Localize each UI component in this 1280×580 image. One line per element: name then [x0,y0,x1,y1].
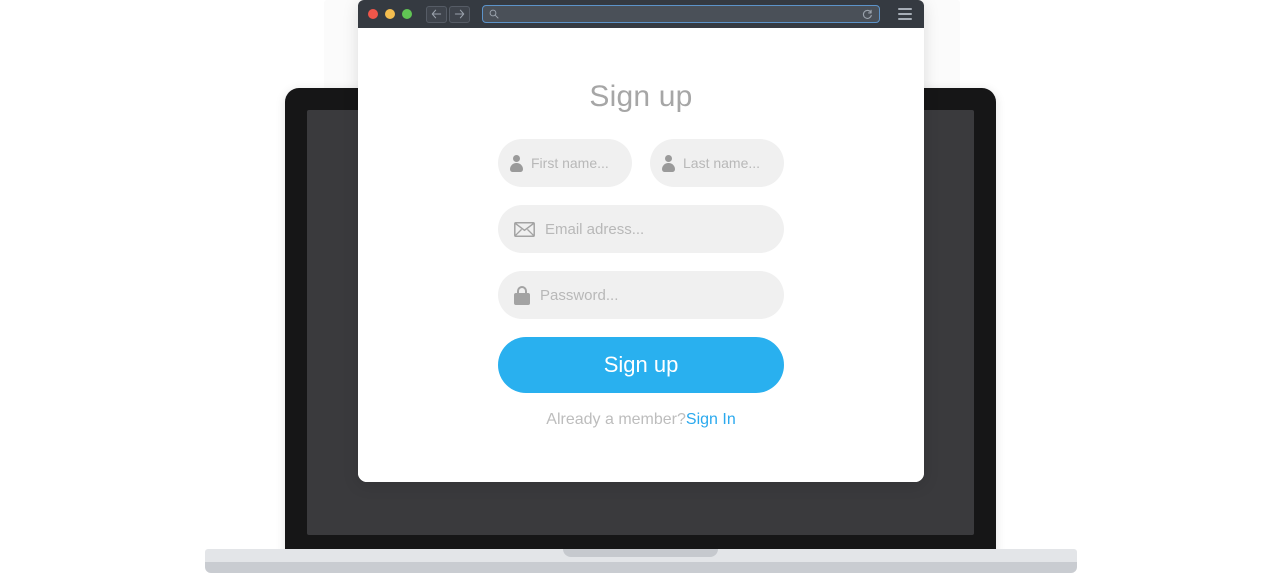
arrow-right-icon [454,9,465,19]
signin-prompt: Already a member? Sign In [498,411,784,429]
back-button[interactable] [426,5,447,23]
magnifier-icon [489,9,499,19]
arrow-left-icon [431,9,442,19]
signin-link[interactable]: Sign In [686,411,736,429]
address-bar[interactable] [482,5,880,23]
hamburger-menu-icon[interactable] [894,4,916,24]
page-title: Sign up [589,80,693,113]
last-name-placeholder[interactable]: Last name... [683,155,760,171]
hamburger-line [898,8,912,10]
maximize-window-button[interactable] [402,9,412,19]
traffic-lights [368,9,412,19]
close-window-button[interactable] [368,9,378,19]
signin-prompt-text: Already a member? [546,411,686,428]
signup-form: First name... Last name... Email adress.… [498,139,784,429]
laptop-base-notch [563,549,718,557]
name-fields-row: First name... Last name... [498,139,784,187]
email-placeholder[interactable]: Email adress... [545,221,644,238]
first-name-placeholder[interactable]: First name... [531,155,609,171]
person-icon [661,154,676,172]
last-name-field[interactable]: Last name... [650,139,784,187]
lock-icon [514,285,530,305]
password-placeholder[interactable]: Password... [540,287,618,304]
reload-icon[interactable] [862,9,873,20]
browser-chrome [358,0,924,28]
password-field[interactable]: Password... [498,271,784,319]
navigation-buttons [426,5,470,23]
screenshot-stage: Sign up First name... Last name... Email… [0,0,1280,580]
signup-page: Sign up First name... Last name... Email… [358,28,924,482]
email-field[interactable]: Email adress... [498,205,784,253]
envelope-icon [514,221,535,237]
forward-button[interactable] [449,5,470,23]
minimize-window-button[interactable] [385,9,395,19]
signup-submit-button[interactable]: Sign up [498,337,784,393]
hamburger-line [898,13,912,15]
person-icon [509,154,524,172]
browser-window: Sign up First name... Last name... Email… [358,0,924,482]
hamburger-line [898,18,912,20]
first-name-field[interactable]: First name... [498,139,632,187]
laptop-base-lower-edge [205,562,1077,573]
